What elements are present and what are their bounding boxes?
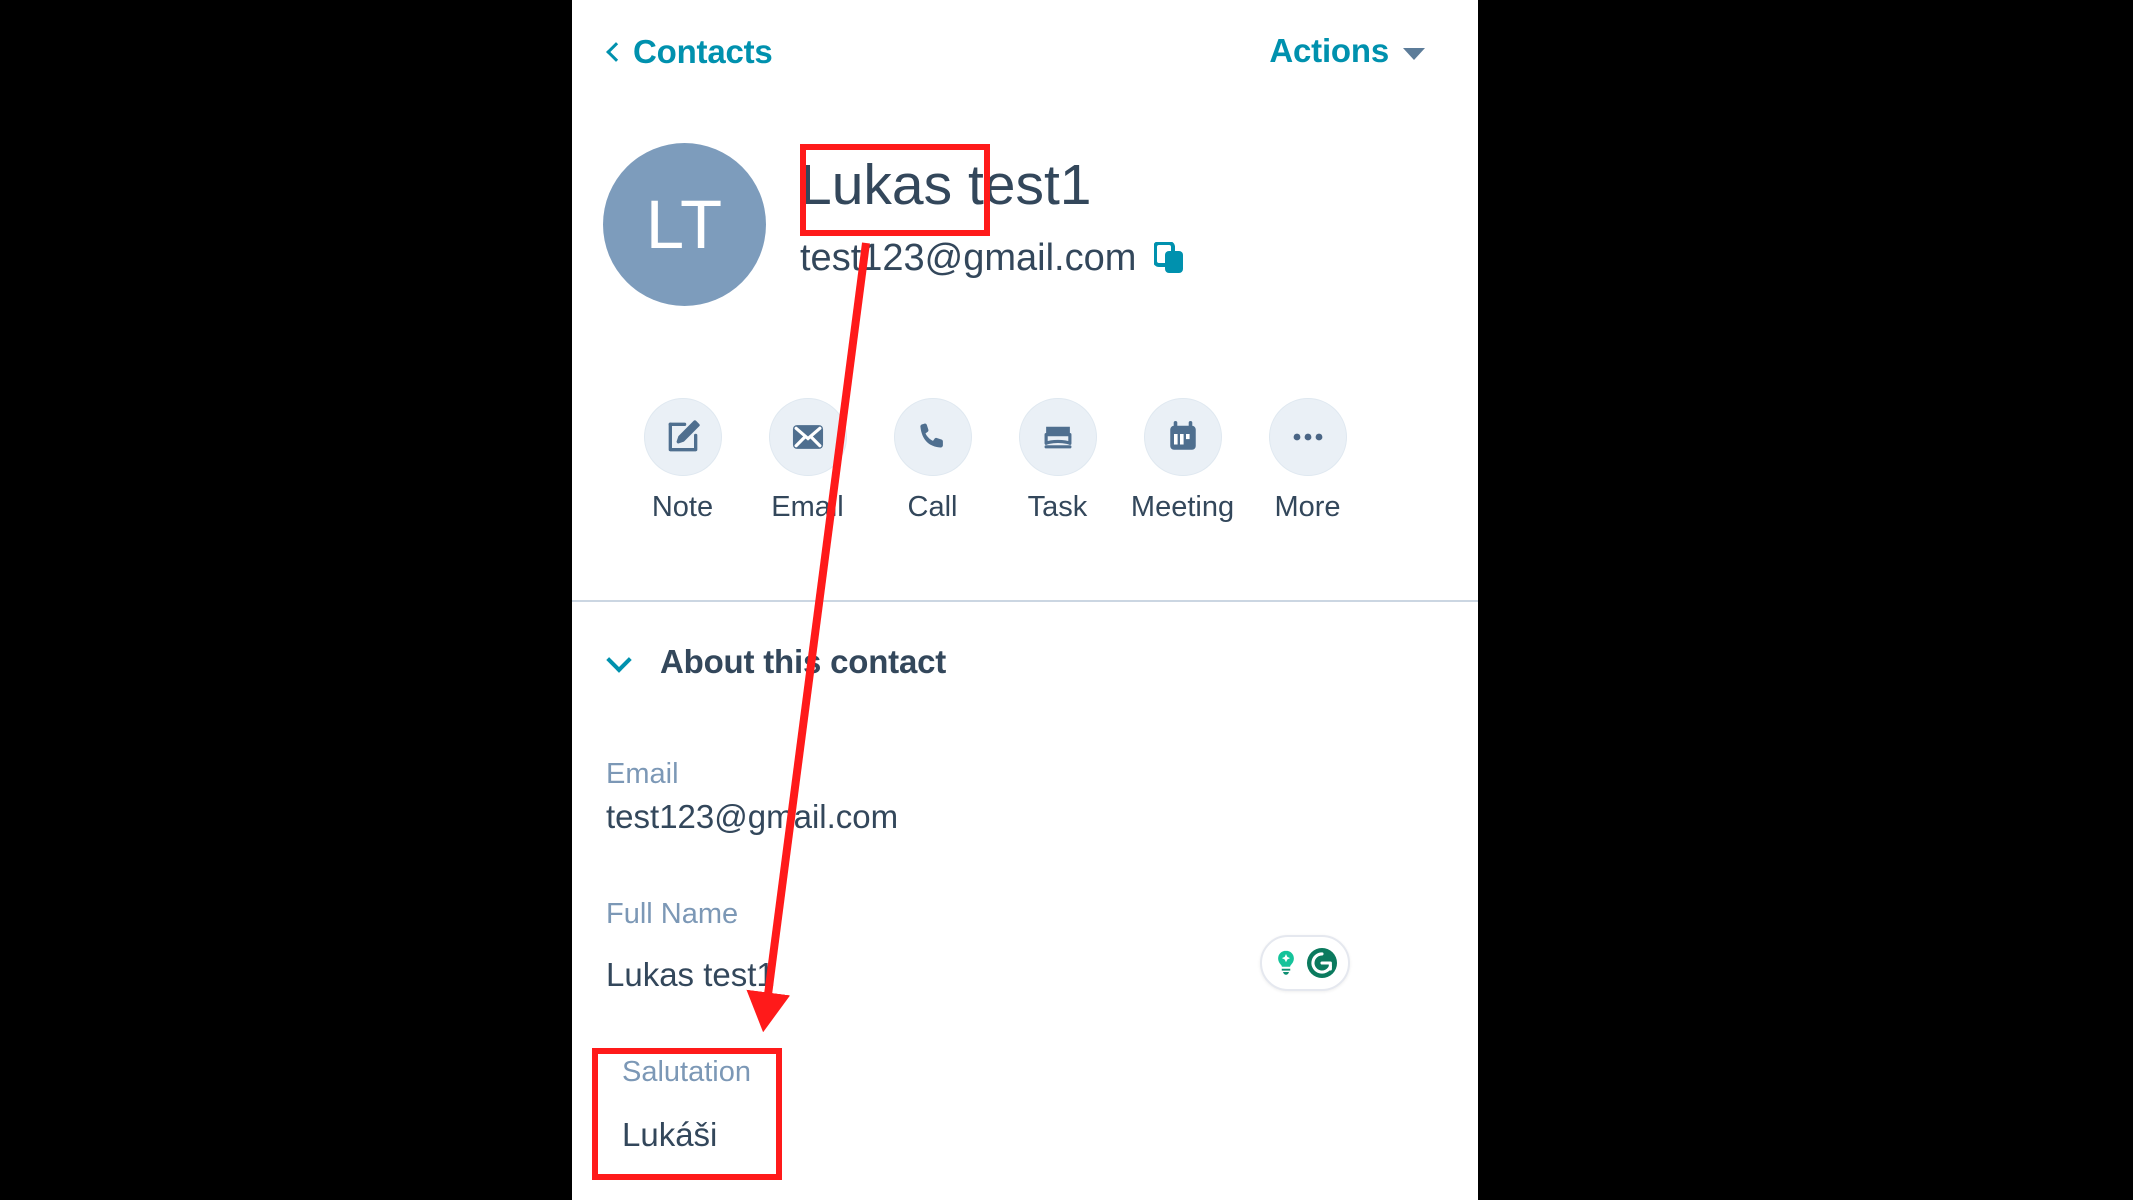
calendar-icon-svg bbox=[1169, 420, 1196, 450]
quick-action-more-label: More bbox=[1274, 491, 1341, 523]
task-book-icon-svg bbox=[1044, 426, 1071, 449]
contact-record-panel: Contacts Actions LT Lukas test1 test123@… bbox=[572, 0, 1478, 1200]
grammarly-g-icon[interactable] bbox=[1305, 946, 1339, 980]
actions-dropdown-button[interactable]: Actions bbox=[1269, 32, 1425, 70]
envelope-icon bbox=[768, 398, 847, 476]
copy-icon[interactable] bbox=[1154, 242, 1184, 274]
field-value-full-name[interactable]: Lukas test1 bbox=[606, 958, 775, 991]
task-book-icon bbox=[1018, 398, 1097, 476]
avatar: LT bbox=[603, 143, 766, 306]
quick-action-task-label: Task bbox=[1027, 491, 1088, 523]
contact-name[interactable]: Lukas test1 bbox=[800, 157, 1092, 214]
calendar-icon bbox=[1143, 398, 1222, 476]
envelope-icon-svg bbox=[792, 425, 823, 449]
section-divider bbox=[572, 600, 1478, 602]
quick-action-note[interactable]: Note bbox=[620, 398, 745, 522]
quick-action-email-label: Email bbox=[771, 491, 844, 523]
panel-topbar: Contacts Actions bbox=[572, 0, 1478, 122]
lightbulb-sparkle-icon[interactable] bbox=[1271, 948, 1301, 978]
back-to-contacts-link[interactable]: Contacts bbox=[606, 33, 773, 71]
chevron-left-icon bbox=[606, 40, 620, 64]
field-label-email: Email bbox=[606, 758, 679, 790]
grammarly-widget[interactable] bbox=[1260, 935, 1350, 991]
ellipsis-icon bbox=[1268, 398, 1347, 476]
phone-icon-svg bbox=[919, 423, 943, 448]
back-to-contacts-label: Contacts bbox=[633, 33, 773, 70]
contact-email[interactable]: test123@gmail.com bbox=[800, 239, 1136, 277]
quick-action-meeting[interactable]: Meeting bbox=[1120, 398, 1245, 522]
chevron-down-icon[interactable] bbox=[606, 649, 632, 675]
screenshot-stage: Contacts Actions LT Lukas test1 test123@… bbox=[0, 0, 2133, 1200]
quick-action-call-label: Call bbox=[907, 491, 958, 523]
caret-down-icon bbox=[1403, 48, 1425, 60]
note-edit-icon-svg bbox=[668, 420, 700, 452]
ellipsis-icon-svg bbox=[1293, 433, 1322, 441]
field-value-email[interactable]: test123@gmail.com bbox=[606, 800, 898, 833]
field-value-salutation[interactable]: Lukáši bbox=[622, 1118, 717, 1151]
quick-action-email[interactable]: Email bbox=[745, 398, 870, 522]
quick-action-meeting-label: Meeting bbox=[1130, 491, 1235, 523]
field-label-full-name: Full Name bbox=[606, 898, 739, 930]
avatar-initials: LT bbox=[645, 186, 724, 263]
quick-action-note-label: Note bbox=[651, 491, 714, 523]
quick-actions-bar: Note Email Call Task Meeting More bbox=[572, 398, 1478, 522]
copy-icon-svg bbox=[1154, 242, 1184, 273]
actions-label: Actions bbox=[1269, 32, 1389, 69]
contact-email-row: test123@gmail.com bbox=[800, 239, 1184, 277]
field-label-salutation: Salutation bbox=[622, 1056, 751, 1088]
quick-action-task[interactable]: Task bbox=[995, 398, 1120, 522]
note-edit-icon bbox=[643, 398, 722, 476]
quick-action-call[interactable]: Call bbox=[870, 398, 995, 522]
quick-action-more[interactable]: More bbox=[1245, 398, 1370, 522]
about-this-contact-title: About this contact bbox=[660, 643, 947, 680]
phone-icon bbox=[893, 398, 972, 476]
contact-identity-block: LT Lukas test1 test123@gmail.com bbox=[572, 143, 1478, 313]
about-this-contact-header[interactable]: About this contact bbox=[606, 645, 946, 678]
